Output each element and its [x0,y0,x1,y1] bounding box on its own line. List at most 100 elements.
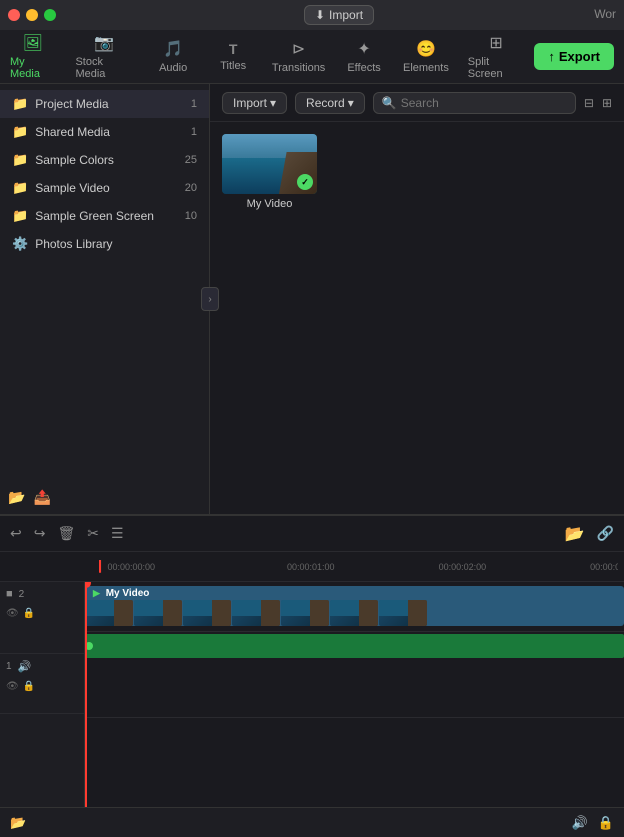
title-bar: ⬇ Import Wor [0,0,624,30]
folder-icon-colors: 📁 [12,152,28,168]
folder-icon-video: 📁 [12,180,28,196]
timecode-1: 00:00:01:00 [287,562,335,572]
empty-track [85,658,624,718]
clip-thumb-3 [183,600,231,626]
sidebar-item-sample-green-screen[interactable]: 📁 Sample Green Screen 10 [0,202,209,230]
track1-lock-icon[interactable]: 🔒 [23,681,35,692]
tab-titles[interactable]: T Titles [203,35,263,78]
folder-icon-shared: 📁 [12,124,28,140]
timecode-0: 00:00:00:00 [107,562,155,572]
sidebar-item-photos-library[interactable]: ⚙️ Photos Library [0,230,209,258]
record-chevron-icon: ▾ [348,96,354,110]
undo-button[interactable]: ↩ [10,525,22,542]
export-button[interactable]: ↑ Export [534,43,614,70]
new-folder-icon[interactable]: 📂 [8,489,25,506]
sidebar-item-shared-media[interactable]: 📁 Shared Media 1 [0,118,209,146]
filter-icon[interactable]: ⊟ [584,96,594,110]
selected-badge: ✓ [297,174,313,190]
clip-thumb-2 [134,600,182,626]
timeline-controls: ▎ 00:00:00:00 00:00:01:00 00:00:02:00 00… [0,552,624,582]
clip-label: ▶ My Video [93,588,149,599]
clip-thumb-7 [379,600,427,626]
tracks-content: ▶ My Video [85,582,624,807]
clip-thumb-1 [85,600,133,626]
split-screen-icon: ⊞ [489,33,502,53]
tab-transitions[interactable]: ⊳ Transitions [263,33,334,80]
tab-my-media[interactable]: 🖼 My Media [0,27,65,86]
clip-thumb-5 [281,600,329,626]
media-item-my-video[interactable]: ✓ My Video [222,134,317,210]
export-icon: ↑ [548,49,555,64]
tab-stock-media[interactable]: 📷 Stock Media [65,27,143,86]
volume-button[interactable]: 🔊 [572,815,588,831]
track-label-1: 1 🔊 👁 🔒 [0,654,84,714]
video-track: ▶ My Video [85,582,624,632]
delete-button[interactable]: 🗑 [57,525,75,542]
audio-icon: 🎵 [163,39,183,59]
transitions-icon: ⊳ [292,39,305,59]
tab-split-screen[interactable]: ⊞ Split Screen [458,27,535,86]
media-thumbnail: ✓ [222,134,317,194]
media-area: Import ▾ Record ▾ 🔍 ⊟ ⊞ [210,84,624,514]
sidebar: 📁 Project Media 1 📁 Shared Media 1 📁 Sam… [0,84,210,514]
track2-lock-icon[interactable]: 🔒 [23,608,35,619]
maximize-button[interactable] [44,9,56,21]
tab-elements[interactable]: 😊 Elements [394,33,458,80]
timecode-2: 00:00:02:00 [439,562,487,572]
search-icon: 🔍 [382,96,397,110]
timeline-toolbar: ↩ ↪ 🗑 ✂ ☰ 📂 🔗 [0,516,624,552]
import-button[interactable]: Import ▾ [222,92,287,114]
track-label-2: ■ 2 👁 🔒 [0,582,84,654]
track-labels: ■ 2 👁 🔒 1 🔊 👁 🔒 [0,582,85,807]
titles-icon: T [229,41,238,57]
folder-icon-green: 📁 [12,208,28,224]
track1-speaker-icon[interactable]: 🔊 [18,660,32,673]
playhead[interactable] [85,582,87,807]
timeline-body: ▎ 00:00:00:00 00:00:01:00 00:00:02:00 00… [0,552,624,807]
timeline-area: ↩ ↪ 🗑 ✂ ☰ 📂 🔗 ▎ 00:00:00:00 00:00:01:00 … [0,514,624,807]
media-grid: ✓ My Video [210,122,624,514]
search-box[interactable]: 🔍 [373,92,576,114]
sidebar-collapse-arrow[interactable]: › [201,287,219,311]
sidebar-item-sample-video[interactable]: 📁 Sample Video 20 [0,174,209,202]
photos-icon: ⚙️ [12,236,28,252]
sidebar-item-project-media[interactable]: 📁 Project Media 1 [0,90,209,118]
tab-effects[interactable]: ✦ Effects [334,33,394,80]
folder-icon: 📁 [12,96,28,112]
effects-icon: ✦ [357,39,370,59]
minimize-button[interactable] [26,9,38,21]
track1-number: 1 [6,661,12,672]
clip-thumb-6 [330,600,378,626]
title-bar-center: ⬇ Import [62,5,616,25]
timecode-3: 00:00:03:00 [590,562,618,572]
main-area: 📁 Project Media 1 📁 Shared Media 1 📁 Sam… [0,84,624,514]
list-button[interactable]: ☰ [111,525,124,542]
add-track-button[interactable]: 📂 [565,524,585,544]
tab-audio[interactable]: 🎵 Audio [143,33,203,80]
sidebar-item-sample-colors[interactable]: 📁 Sample Colors 25 [0,146,209,174]
bottom-add-button[interactable]: 📂 [10,815,26,831]
import-chevron-icon: ▾ [270,96,276,110]
tab-bar: 🖼 My Media 📷 Stock Media 🎵 Audio T Title… [0,30,624,84]
elements-icon: 😊 [416,39,436,59]
bottom-lock-button[interactable]: 🔒 [598,815,614,831]
track2-eye-icon[interactable]: 👁 [6,608,19,619]
search-input[interactable] [401,96,567,110]
stock-media-icon: 📷 [94,33,114,53]
redo-button[interactable]: ↪ [34,525,46,542]
media-item-label: My Video [222,198,317,210]
import-title-btn[interactable]: ⬇ Import [304,5,374,25]
tracks-container: ■ 2 👁 🔒 1 🔊 👁 🔒 [0,582,624,807]
media-toolbar: Import ▾ Record ▾ 🔍 ⊟ ⊞ [210,84,624,122]
import-icon: ⬇ [315,8,325,22]
track2-label: 2 [19,589,25,600]
split-button[interactable]: ✂ [87,525,99,542]
import-bottom-icon[interactable]: 📤 [33,489,50,506]
record-button[interactable]: Record ▾ [295,92,365,114]
grid-icon[interactable]: ⊞ [602,96,612,110]
close-button[interactable] [8,9,20,21]
link-button[interactable]: 🔗 [597,525,614,542]
track1-eye-icon[interactable]: 👁 [6,681,19,692]
video-clip[interactable]: ▶ My Video [85,586,624,626]
audio-clip[interactable] [85,634,624,658]
